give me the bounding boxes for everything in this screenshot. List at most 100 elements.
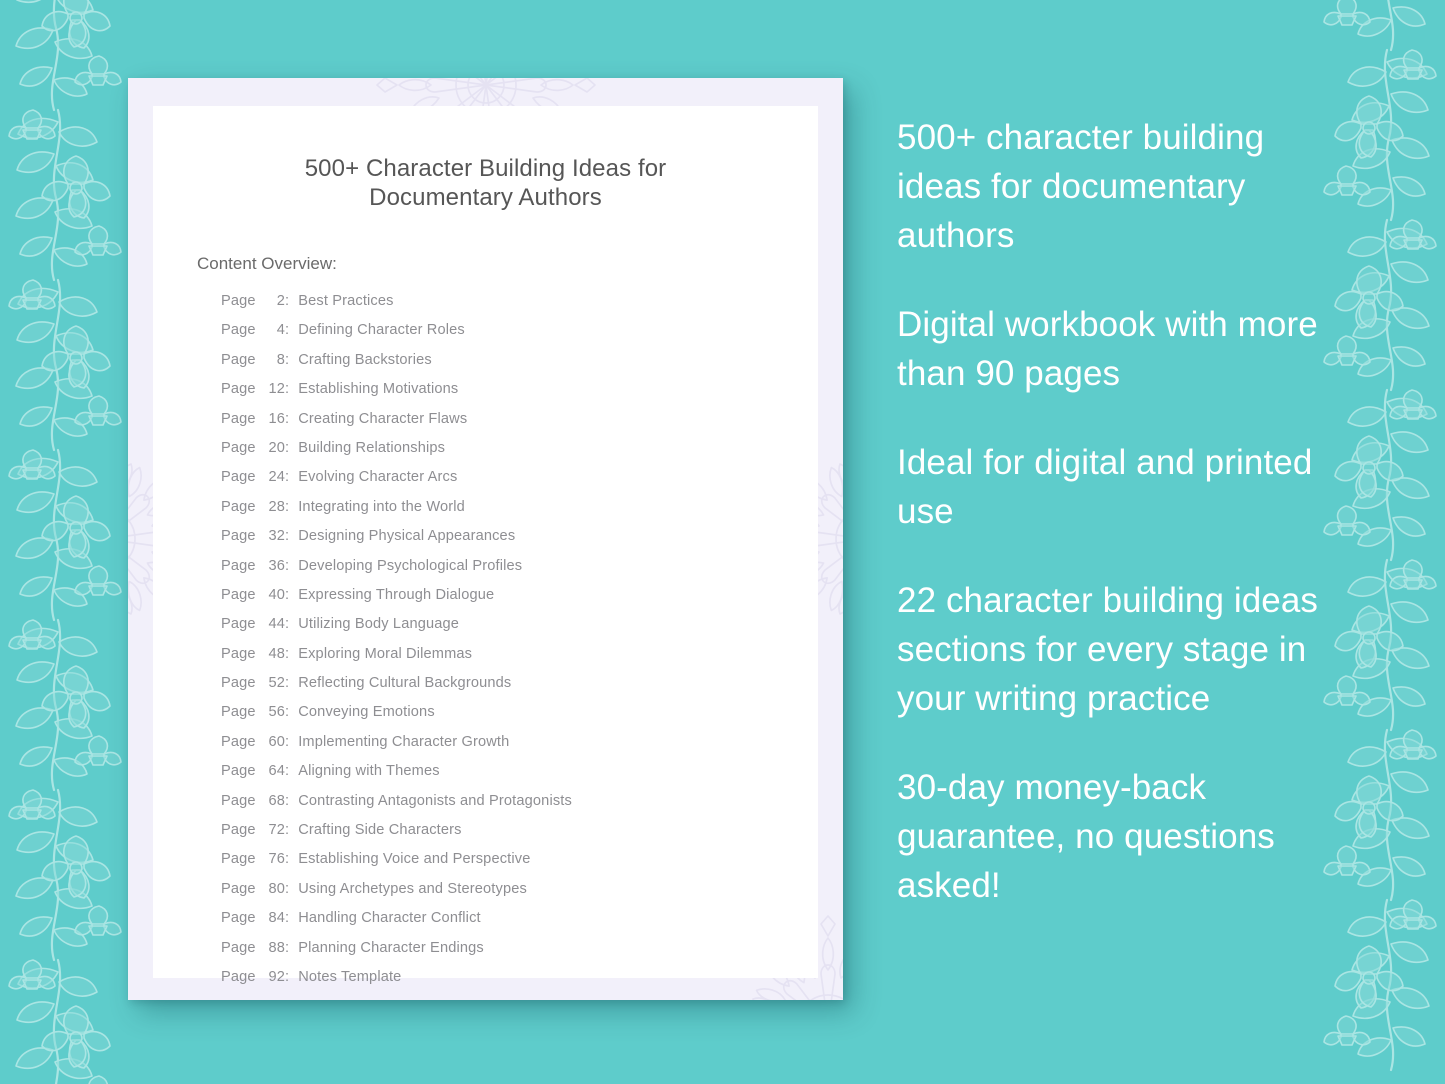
toc-row: Page 48: Exploring Moral Dilemmas xyxy=(221,646,818,675)
toc-colon: : xyxy=(285,439,290,456)
toc-page-number: 76 xyxy=(268,851,285,868)
page-title: 500+ Character Building Ideas for Docume… xyxy=(153,154,818,212)
toc-page-number: 24 xyxy=(268,469,285,486)
toc-colon: : xyxy=(285,586,290,603)
toc-page-word: Page xyxy=(221,469,256,486)
toc-page-word: Page xyxy=(221,851,256,868)
toc-page-number: 80 xyxy=(268,880,285,897)
toc-page-word: Page xyxy=(221,557,256,574)
toc-row: Page 56: Conveying Emotions xyxy=(221,704,818,733)
marketing-bullet: 500+ character building ideas for docume… xyxy=(897,118,1265,255)
toc-page-number: 28 xyxy=(268,498,285,515)
toc-entry-title: Evolving Character Arcs xyxy=(298,469,458,486)
toc-entry-title: Establishing Voice and Perspective xyxy=(298,851,531,868)
toc-entry-title: Reflecting Cultural Backgrounds xyxy=(298,675,512,692)
marketing-bullet: 22 character building ideas sections for… xyxy=(897,581,1319,718)
toc-colon: : xyxy=(285,733,290,750)
toc-page-word: Page xyxy=(221,704,256,721)
toc-page-number: 8 xyxy=(276,351,285,368)
toc-page-word: Page xyxy=(221,616,256,633)
toc-colon: : xyxy=(285,822,290,839)
toc-row: Page 92: Notes Template xyxy=(221,969,818,998)
toc-page-word: Page xyxy=(221,763,256,780)
toc-entry-title: Integrating into the World xyxy=(298,498,465,515)
toc-colon: : xyxy=(285,939,290,956)
toc-page-number: 20 xyxy=(268,439,285,456)
content-overview-label: Content Overview: xyxy=(197,254,337,273)
toc-page-number: 2 xyxy=(276,293,285,309)
toc-row: Page 2: Best Practices xyxy=(221,293,818,322)
toc-row: Page 12: Establishing Motivations xyxy=(221,381,818,410)
toc-colon: : xyxy=(285,763,290,780)
toc-colon: : xyxy=(285,675,290,692)
page-title-line-1: 500+ Character Building Ideas for xyxy=(304,155,667,182)
toc-entry-title: Contrasting Antagonists and Protagonists xyxy=(298,792,572,809)
toc-entry-title: Crafting Backstories xyxy=(298,351,432,368)
toc-row: Page 24: Evolving Character Arcs xyxy=(221,469,818,498)
toc-colon: : xyxy=(285,528,290,545)
toc-page-word: Page xyxy=(221,880,256,897)
toc-colon: : xyxy=(285,968,290,985)
toc-entry-title: Building Relationships xyxy=(298,439,446,456)
toc-page-number: 52 xyxy=(268,675,285,692)
toc-row: Page 44: Utilizing Body Language xyxy=(221,616,818,645)
toc-page-number: 60 xyxy=(268,733,285,750)
toc-page-word: Page xyxy=(221,822,256,839)
toc-entry-title: Notes Template xyxy=(298,968,402,985)
toc-row: Page 76: Establishing Voice and Perspectiv… xyxy=(221,851,818,880)
toc-page-word: Page xyxy=(221,439,256,456)
toc-colon: : xyxy=(285,616,290,633)
toc-colon: : xyxy=(285,910,290,927)
toc-row: Page 60: Implementing Character Growth xyxy=(221,734,818,763)
toc-page-number: 48 xyxy=(268,645,285,662)
toc-entry-title: Developing Psychological Profiles xyxy=(298,557,523,574)
toc-entry-title: Expressing Through Dialogue xyxy=(298,586,495,603)
marketing-bullet: Digital workbook with more than 90 pages xyxy=(897,305,1318,393)
toc-row: Page 8: Crafting Backstories xyxy=(221,352,818,381)
toc-page-word: Page xyxy=(221,586,256,603)
toc-page-word: Page xyxy=(221,410,256,427)
toc-page-number: 72 xyxy=(268,822,285,839)
marketing-bullet: 30-day money-back guarantee, no question… xyxy=(897,768,1275,905)
toc-row: Page 36: Developing Psychological Profiles xyxy=(221,558,818,587)
toc-row: Page 52: Reflecting Cultural Backgrounds xyxy=(221,675,818,704)
toc-colon: : xyxy=(285,851,290,868)
toc-page-number: 92 xyxy=(268,968,285,985)
toc-colon: : xyxy=(285,557,290,574)
toc-colon: : xyxy=(285,322,290,339)
toc-entry-title: Implementing Character Growth xyxy=(298,733,510,750)
toc-page-number: 40 xyxy=(268,586,285,603)
toc-entry-title: Defining Character Roles xyxy=(298,322,465,339)
floral-vine-border-left-icon xyxy=(7,0,123,1084)
toc-entry-title: Utilizing Body Language xyxy=(298,616,460,633)
toc-page-word: Page xyxy=(221,910,256,927)
document-preview-card: 500+ Character Building Ideas for Docume… xyxy=(128,78,843,1000)
toc-page-number: 84 xyxy=(268,910,285,927)
toc-colon: : xyxy=(285,704,290,721)
toc-row: Page 20: Building Relationships xyxy=(221,440,818,469)
page-title-line-2: Documentary Authors xyxy=(369,184,602,211)
toc-row: Page 4: Defining Character Roles xyxy=(221,322,818,351)
toc-page-word: Page xyxy=(221,381,256,398)
toc-page-word: Page xyxy=(221,528,256,545)
toc-page-word: Page xyxy=(221,968,256,985)
toc-page-number: 44 xyxy=(268,616,285,633)
toc-row: Page 72: Crafting Side Characters xyxy=(221,822,818,851)
toc-page-word: Page xyxy=(221,351,256,368)
toc-page-word: Page xyxy=(221,939,256,956)
toc-row: Page 64: Aligning with Themes xyxy=(221,763,818,792)
toc-colon: : xyxy=(285,381,290,398)
toc-page-number: 68 xyxy=(268,792,285,809)
toc-page-number: 64 xyxy=(268,763,285,780)
toc-entry-title: Best Practices xyxy=(298,293,394,309)
toc-page-word: Page xyxy=(221,498,256,515)
toc-colon: : xyxy=(285,293,290,309)
toc-page-number: 36 xyxy=(268,557,285,574)
toc-colon: : xyxy=(285,792,290,809)
toc-entry-title: Establishing Motivations xyxy=(298,381,459,398)
toc-entry-title: Aligning with Themes xyxy=(298,763,440,780)
toc-entry-title: Crafting Side Characters xyxy=(298,822,462,839)
poster-canvas: 500+ Character Building Ideas for Docume… xyxy=(0,0,1445,1084)
toc-page-word: Page xyxy=(221,293,256,309)
toc-colon: : xyxy=(285,410,290,427)
